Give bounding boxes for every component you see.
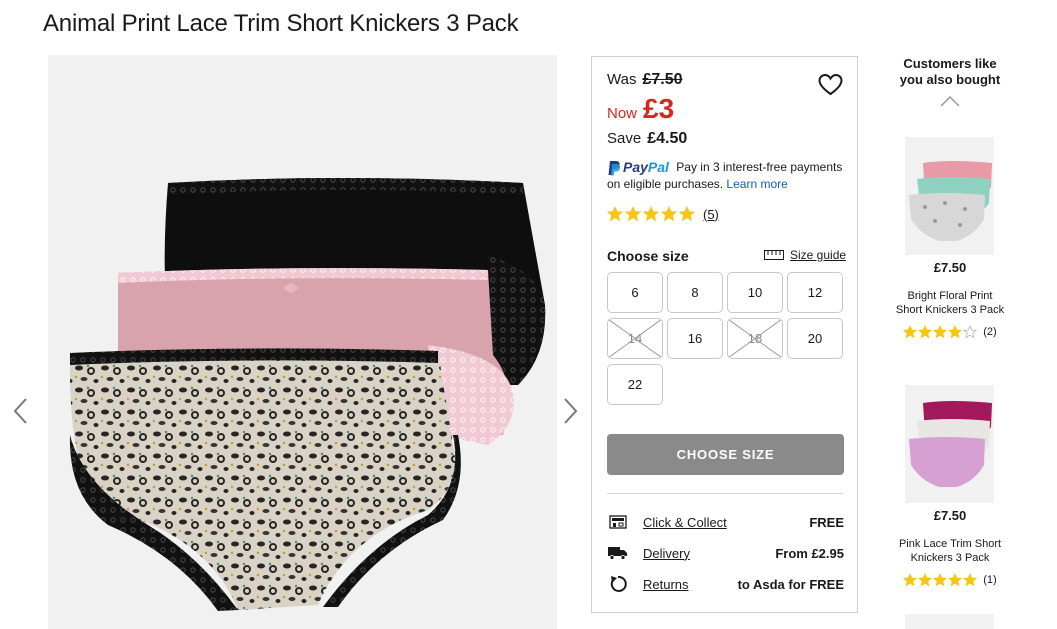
returns-link[interactable]: Returns (643, 577, 738, 592)
returns-icon (607, 574, 629, 594)
size-option-22[interactable]: 22 (607, 364, 663, 405)
star-filled-icon (963, 573, 978, 587)
size-option-8[interactable]: 8 (667, 272, 723, 313)
now-label: Now (607, 105, 638, 122)
star-filled-icon (643, 206, 659, 222)
star-filled-icon (918, 325, 933, 339)
paypal-logo-pal: Pal (647, 159, 669, 176)
buy-box: Was £7.50 Now £3 Save £4.50 PayPal Pay i… (591, 56, 858, 613)
size-option-20[interactable]: 20 (787, 318, 843, 359)
star-filled-icon (933, 573, 948, 587)
click-and-collect-row[interactable]: Click & Collect FREE (607, 511, 844, 533)
size-guide-label: Size guide (790, 248, 847, 262)
click-and-collect-value: FREE (809, 514, 844, 530)
recommendation-name[interactable]: Bright Floral Print Short Knickers 3 Pac… (880, 289, 1020, 317)
delivery-value: From £2.95 (775, 545, 844, 561)
returns-row[interactable]: Returns to Asda for FREE (607, 573, 844, 595)
recommendation-image[interactable] (905, 137, 994, 255)
delivery-row[interactable]: Delivery From £2.95 (607, 542, 844, 564)
size-option-label: 16 (687, 331, 703, 346)
truck-icon (607, 543, 629, 563)
star-filled-icon (625, 206, 641, 222)
was-price-row: Was £7.50 (607, 71, 683, 89)
recommendation-price: £7.50 (933, 260, 967, 275)
product-image[interactable] (48, 55, 557, 629)
paypal-logo: PayPal (607, 159, 669, 176)
recommendation-name-line2: Knickers 3 Pack (910, 552, 990, 564)
size-option-14: 14 (607, 318, 663, 359)
product-rating[interactable]: (5) (607, 206, 719, 222)
unavailable-strike-icon (728, 319, 782, 358)
recommendation-name-line2: Short Knickers 3 Pack (895, 304, 1005, 316)
was-price: £7.50 (642, 71, 683, 88)
star-filled-icon (903, 325, 918, 339)
store-icon (607, 512, 629, 532)
returns-value: to Asda for FREE (737, 576, 844, 592)
now-price: £3 (643, 93, 675, 124)
recommendation-name-line1: Bright Floral Print (907, 290, 993, 302)
size-option-label: 22 (627, 377, 643, 392)
paypal-p-icon (608, 160, 621, 176)
save-price-row: Save £4.50 (607, 130, 687, 148)
recommendations-title-line2: you also bought (899, 72, 1001, 87)
click-and-collect-link[interactable]: Click & Collect (643, 515, 809, 530)
star-filled-icon (607, 206, 623, 222)
recommendation-name-line1: Pink Lace Trim Short (898, 538, 1002, 550)
recommendations-title-line1: Customers like (903, 56, 997, 71)
save-label: Save (607, 130, 642, 147)
size-option-6[interactable]: 6 (607, 272, 663, 313)
size-option-18: 18 (727, 318, 783, 359)
star-filled-icon (661, 206, 677, 222)
paypal-info: PayPal Pay in 3 interest-free payments o… (607, 159, 852, 193)
next-image-arrow-icon[interactable] (559, 396, 581, 426)
recommendation-review-count: (1) (983, 574, 997, 586)
star-filled-icon (933, 325, 948, 339)
size-option-label: 12 (807, 285, 823, 300)
size-option-16[interactable]: 16 (667, 318, 723, 359)
ruler-icon (764, 250, 784, 260)
knickers-photo (69, 178, 546, 611)
choose-size-button[interactable]: CHOOSE SIZE (607, 434, 844, 475)
previous-image-arrow-icon[interactable] (10, 396, 32, 426)
star-filled-icon (948, 573, 963, 587)
delivery-link[interactable]: Delivery (643, 546, 775, 561)
recommendation-rating: (2) (880, 325, 1020, 339)
now-price-row: Now £3 (607, 93, 674, 125)
review-count-link[interactable]: (5) (703, 207, 719, 222)
size-option-label: 8 (691, 285, 699, 300)
size-option-10[interactable]: 10 (727, 272, 783, 313)
recommendation-image[interactable] (905, 614, 994, 629)
star-filled-icon (679, 206, 695, 222)
recommendation-review-count: (2) (983, 326, 997, 338)
size-option-12[interactable]: 12 (787, 272, 843, 313)
recommendation-image[interactable] (905, 385, 994, 503)
size-option-label: 20 (807, 331, 823, 346)
recommendation-price: £7.50 (933, 508, 967, 523)
choose-size-heading: Choose size (607, 248, 689, 264)
product-title: Animal Print Lace Trim Short Knickers 3 … (43, 10, 519, 37)
divider (607, 493, 844, 494)
was-label: Was (607, 71, 637, 88)
recommendation-rating: (1) (880, 573, 1020, 587)
paypal-logo-pay: Pay (623, 159, 648, 176)
wishlist-heart-icon[interactable] (818, 73, 843, 97)
save-amount: £4.50 (647, 130, 688, 147)
size-option-label: 6 (631, 285, 639, 300)
recommendation-name[interactable]: Pink Lace Trim Short Knickers 3 Pack (880, 537, 1020, 565)
star-filled-icon (918, 573, 933, 587)
unavailable-strike-icon (608, 319, 662, 358)
star-filled-icon (903, 573, 918, 587)
recommendations-title: Customers like you also bought (880, 56, 1020, 88)
size-option-label: 10 (747, 285, 763, 300)
scroll-up-chevron-icon[interactable] (939, 94, 961, 108)
size-guide-link[interactable]: Size guide (764, 248, 846, 262)
learn-more-link[interactable]: Learn more (726, 177, 787, 191)
star-empty-icon (963, 325, 978, 339)
star-filled-icon (948, 325, 963, 339)
